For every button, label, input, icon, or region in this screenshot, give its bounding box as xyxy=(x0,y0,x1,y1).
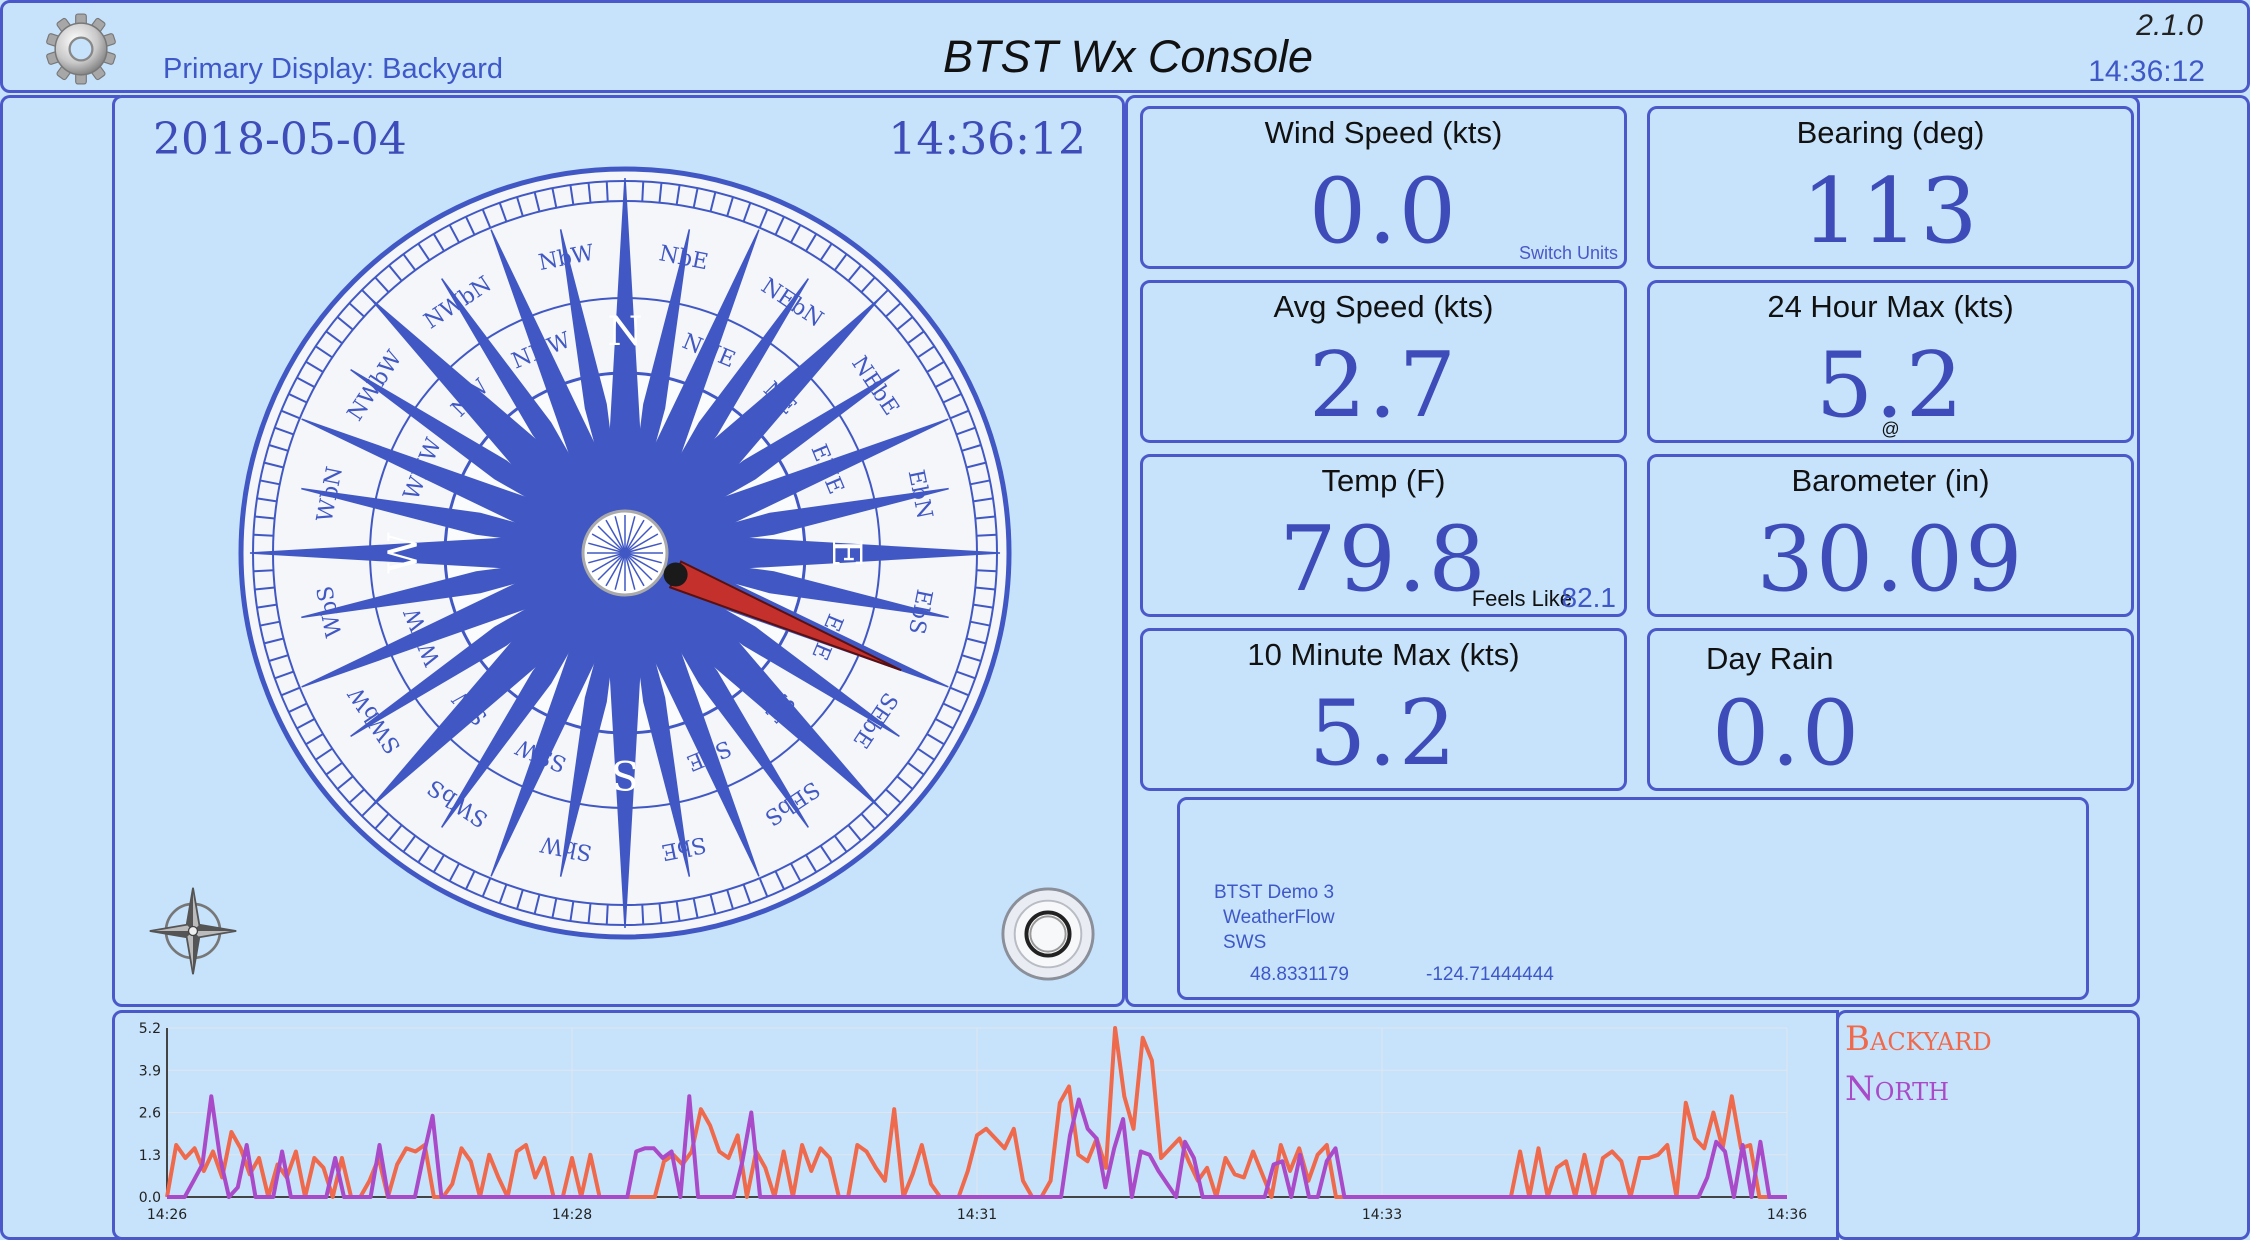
legend-item-backyard[interactable]: Backyard xyxy=(1845,1019,1992,1059)
y-tick-label: 1.3 xyxy=(139,1148,161,1164)
temp-tile: Temp (F) 79.8 Feels Like 82.1 xyxy=(1140,454,1627,617)
station-info-box: BTST Demo 3 WeatherFlow SWS 48.8331179 -… xyxy=(1177,797,2089,1000)
max-10min-label: 10 Minute Max (kts) xyxy=(1247,637,1520,672)
barometer-tile: Barometer (in) 30.09 xyxy=(1647,454,2134,617)
barometer-value: 30.09 xyxy=(1756,507,2025,612)
compass-point-label: S xyxy=(611,751,638,797)
compass-point-label: W xyxy=(381,532,427,573)
max-10min-tile: 10 Minute Max (kts) 5.2 xyxy=(1140,628,1627,791)
station-longitude: -124.71444444 xyxy=(1426,964,1554,985)
compass-point-label: E xyxy=(823,538,869,567)
temp-label: Temp (F) xyxy=(1321,463,1446,498)
dial-view-icon[interactable] xyxy=(999,885,1097,983)
bearing-tile: Bearing (deg) 113 xyxy=(1647,106,2134,269)
x-tick-label: 14:28 xyxy=(552,1207,592,1223)
version-label: 2.1.0 xyxy=(2136,9,2203,42)
feels-like-value: 82.1 xyxy=(1561,582,1617,613)
bearing-value: 113 xyxy=(1801,159,1980,264)
wind-history-chart: 0.0 1.3 2.6 3.9 5.2 14:26 14:28 14:31 14:33 14:36 xyxy=(139,1021,1808,1223)
max-24h-tile: 24 Hour Max (kts) 5.2 @ xyxy=(1647,280,2134,443)
avg-speed-value: 2.7 xyxy=(1308,333,1459,438)
left-margin-panel xyxy=(0,95,120,1240)
chart-legend: Backyard North xyxy=(1836,1010,2140,1240)
compass-date: 2018-05-04 xyxy=(153,114,407,165)
wind-history-chart-panel: 0.0 1.3 2.6 3.9 5.2 14:26 14:28 14:31 14:33 14:36 xyxy=(112,1010,1839,1240)
wind-speed-label: Wind Speed (kts) xyxy=(1264,115,1503,150)
compass-panel: 2018-05-04 14:36:12 N NbE NNE NEbN NE NEbE ENE… xyxy=(112,95,1125,1007)
avg-speed-label: Avg Speed (kts) xyxy=(1273,289,1494,324)
bearing-label: Bearing (deg) xyxy=(1796,115,1985,150)
x-tick-label: 14:31 xyxy=(957,1207,997,1223)
compass-time: 14:36:12 xyxy=(888,114,1086,165)
y-tick-label: 2.6 xyxy=(139,1106,161,1122)
y-tick-label: 0.0 xyxy=(139,1190,161,1206)
compass-rose: NNbENNENEbNNENEbEENEEbNEEbSESESEbESESEbS… xyxy=(238,166,1012,940)
avg-speed-tile: Avg Speed (kts) 2.7 xyxy=(1140,280,1627,443)
x-tick-label: 14:33 xyxy=(1362,1207,1402,1223)
station-type: SWS xyxy=(1223,932,1267,953)
compass-rose-icon[interactable] xyxy=(148,886,238,976)
x-tick-label: 14:26 xyxy=(147,1207,187,1223)
station-latitude: 48.8331179 xyxy=(1250,964,1349,985)
header-bar: Primary Display: Backyard BTST Wx Consol… xyxy=(0,0,2250,93)
station-name: BTST Demo 3 xyxy=(1214,882,1335,903)
x-tick-label: 14:36 xyxy=(1767,1207,1807,1223)
max-24h-label: 24 Hour Max (kts) xyxy=(1767,289,2014,324)
day-rain-tile: Day Rain 0.0 xyxy=(1647,628,2134,791)
max-10min-value: 5.2 xyxy=(1308,681,1459,786)
day-rain-value: 0.0 xyxy=(1712,681,1862,786)
header-clock: 14:36:12 xyxy=(2088,55,2205,88)
app-title: BTST Wx Console xyxy=(942,31,1314,82)
legend-item-north[interactable]: North xyxy=(1845,1069,1949,1109)
day-rain-label: Day Rain xyxy=(1706,641,1834,676)
y-tick-label: 5.2 xyxy=(139,1021,161,1037)
y-tick-label: 3.9 xyxy=(139,1063,161,1079)
feels-like-label: Feels Like xyxy=(1471,586,1572,611)
station-source: WeatherFlow xyxy=(1223,907,1335,928)
wind-speed-tile: Wind Speed (kts) 0.0 Switch Units xyxy=(1140,106,1627,269)
compass-point-label: N xyxy=(608,309,643,355)
max-24h-time-note: @ xyxy=(1881,419,1900,439)
barometer-label: Barometer (in) xyxy=(1791,463,1990,498)
switch-units-link[interactable]: Switch Units xyxy=(1519,243,1618,264)
